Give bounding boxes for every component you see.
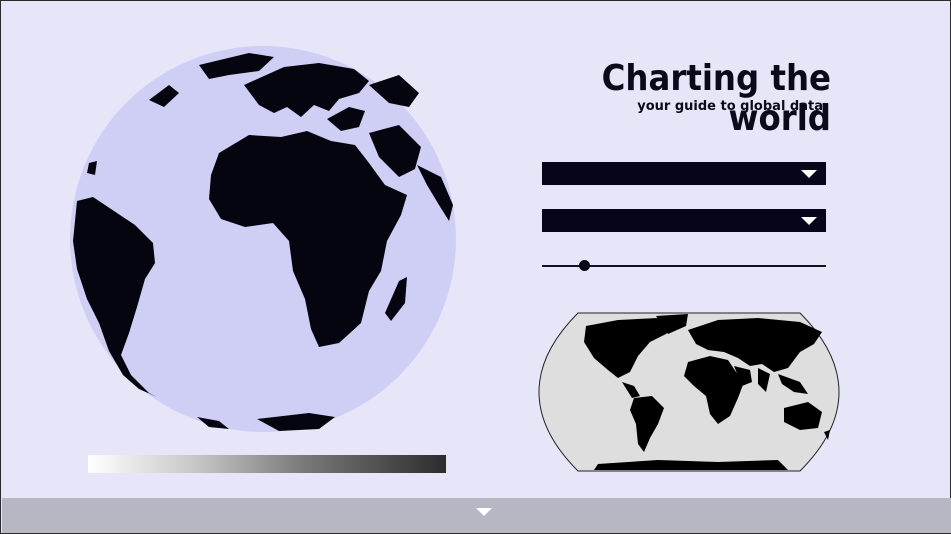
world-minimap[interactable] [538,312,840,472]
color-legend-gradient [88,455,446,473]
chevron-down-icon [801,217,817,225]
dataset-dropdown[interactable] [542,162,826,185]
globe[interactable] [69,45,457,433]
app-frame: Charting the world your guide to global … [0,0,951,534]
globe-svg[interactable] [69,45,457,433]
chevron-down-icon [476,508,492,516]
variable-dropdown[interactable] [542,209,826,232]
slider-thumb[interactable] [579,260,591,271]
minimap-svg[interactable] [538,312,840,472]
page-subtitle: your guide to global data [637,99,823,114]
chevron-down-icon [801,170,817,178]
bottom-panel-toggle[interactable] [2,498,951,533]
time-slider[interactable] [542,257,826,273]
